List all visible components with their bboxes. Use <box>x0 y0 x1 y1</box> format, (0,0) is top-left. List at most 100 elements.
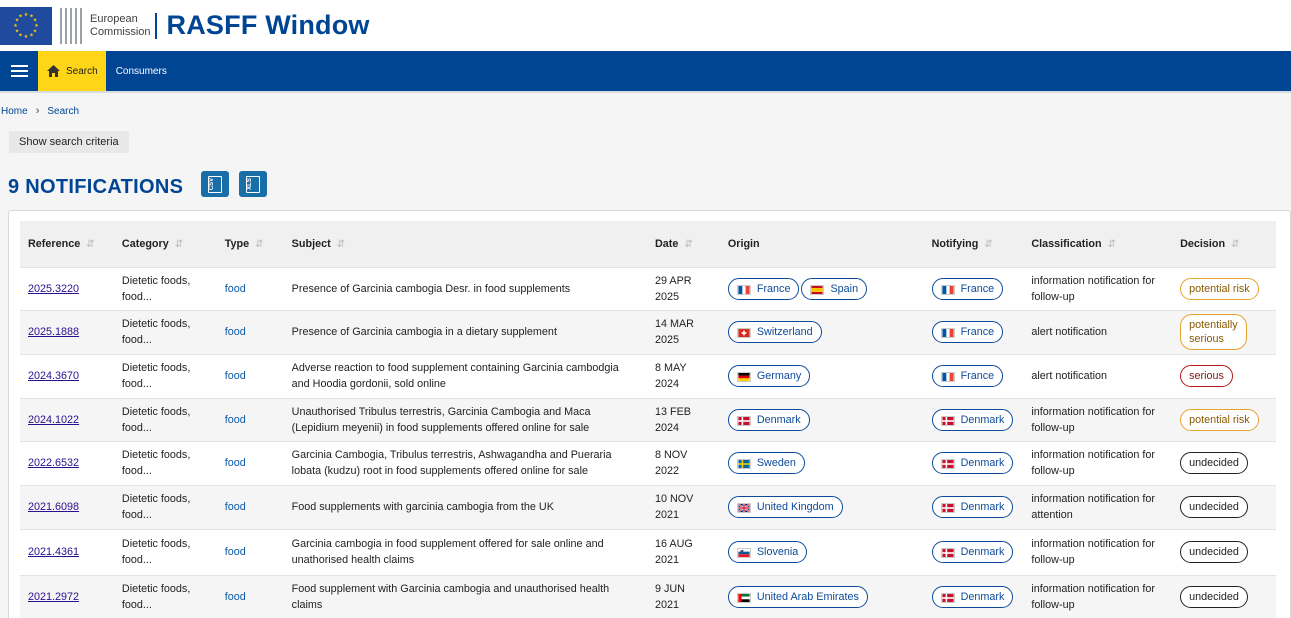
type-link[interactable]: food <box>225 414 246 426</box>
reference-link[interactable]: 2022.6532 <box>28 457 79 469</box>
reference-link[interactable]: 2021.6098 <box>28 501 79 513</box>
date-line: 10 NOV <box>654 493 694 505</box>
table-row[interactable]: 2025.3220 Dietetic foods, food... food Prese… <box>20 267 1276 310</box>
country-pill-es[interactable]: Spain <box>801 277 868 300</box>
date-line: 2025 <box>654 334 679 346</box>
country-pill-ch[interactable]: Switzerland <box>727 321 822 343</box>
column-header[interactable]: Reference ⇵ <box>20 221 114 267</box>
type-link[interactable]: food <box>225 370 246 382</box>
date-line: 16 AUG <box>654 538 693 550</box>
category-line: food... <box>121 598 152 611</box>
country-pill-dk[interactable]: Denmark <box>931 541 1014 563</box>
notifying-cell: Denmark <box>924 398 1024 441</box>
table-row[interactable]: 2024.3670 Dietetic foods, food... food Adver… <box>20 354 1276 398</box>
table-row[interactable]: 2025.1888 Dietetic foods, food... food Prese… <box>20 310 1276 354</box>
country-pill-dk[interactable]: Denmark <box>727 408 810 431</box>
reference-link[interactable]: 2025.1888 <box>28 326 79 338</box>
table-row[interactable]: 2021.6098 Dietetic foods, food... food Food … <box>20 485 1276 529</box>
reference-link[interactable]: 2024.3670 <box>28 370 79 382</box>
column-header[interactable]: Type ⇵ <box>217 221 284 267</box>
table-row[interactable]: 2021.2972 Dietetic foods, food... food Food … <box>20 575 1276 618</box>
notifying-cell: France <box>924 354 1024 398</box>
type-link[interactable]: food <box>225 457 246 469</box>
export-csv-button[interactable]: CSV <box>201 171 229 197</box>
app-title[interactable]: RASFF Window <box>167 10 370 41</box>
category-line: food... <box>121 421 152 434</box>
date-line: 29 APR <box>654 274 692 287</box>
breadcrumb-current[interactable]: Search <box>47 106 79 117</box>
country-pill-fr[interactable]: France <box>931 321 1004 343</box>
reference-link[interactable]: 2021.4361 <box>28 546 79 558</box>
reference-link[interactable]: 2025.3220 <box>28 283 79 295</box>
column-header[interactable]: Notifying ⇵ <box>924 221 1024 267</box>
category-line: food... <box>121 378 152 390</box>
sort-icon[interactable]: ⇵ <box>337 239 345 250</box>
column-header[interactable]: Origin <box>720 221 924 267</box>
flag-fr-icon <box>940 371 955 382</box>
sort-icon[interactable]: ⇵ <box>1108 239 1116 250</box>
type-cell: food <box>217 485 284 529</box>
column-header[interactable]: Classification ⇵ <box>1023 221 1172 267</box>
decision-badge: undecided <box>1180 541 1248 563</box>
reference-link[interactable]: 2021.2972 <box>28 591 79 603</box>
type-link[interactable]: food <box>225 546 246 558</box>
country-pill-fr[interactable]: France <box>931 277 1004 300</box>
european-commission-logo[interactable]: ★ ★ ★ ★ ★ ★ ★ ★ ★ ★ ★ ★ European Commission <box>0 0 151 51</box>
classification-cell: alert notification <box>1023 310 1172 354</box>
breadcrumb-home[interactable]: Home <box>1 106 28 117</box>
column-header[interactable]: Subject ⇵ <box>284 221 647 267</box>
sort-icon[interactable]: ⇵ <box>255 239 263 250</box>
category-line: Dietetic foods, <box>121 538 191 550</box>
column-header[interactable]: Category ⇵ <box>114 221 217 267</box>
country-name: Spain <box>830 282 859 295</box>
country-pill-fr[interactable]: France <box>727 277 800 300</box>
date-cell: 29 APR 2025 <box>647 267 720 310</box>
country-pill-si[interactable]: Slovenia <box>727 541 808 563</box>
sort-icon[interactable]: ⇵ <box>86 239 94 250</box>
country-pill-fr[interactable]: France <box>931 365 1004 387</box>
nav-search-label: Search <box>66 65 98 77</box>
country-pill-de[interactable]: Germany <box>727 365 811 387</box>
classification-cell: information notification for follow-up <box>1023 529 1172 575</box>
country-pill-ae[interactable]: United Arab Emirates <box>727 585 868 608</box>
classification-line: attention <box>1031 509 1073 521</box>
country-pill-dk[interactable]: Denmark <box>931 408 1014 431</box>
table-row[interactable]: 2024.1022 Dietetic foods, food... food Unaut… <box>20 398 1276 441</box>
category-cell: Dietetic foods, food... <box>114 310 217 354</box>
country-pill-dk[interactable]: Denmark <box>931 496 1014 518</box>
column-header[interactable]: Decision ⇵ <box>1172 221 1276 267</box>
show-search-criteria-button[interactable]: Show search criteria <box>9 131 129 153</box>
country-name: Sweden <box>756 457 796 469</box>
type-link[interactable]: food <box>225 283 246 295</box>
type-link[interactable]: food <box>225 591 246 603</box>
menu-icon[interactable] <box>0 51 38 91</box>
sort-icon[interactable]: ⇵ <box>1231 239 1239 250</box>
table-row[interactable]: 2022.6532 Dietetic foods, food... food Garci… <box>20 441 1276 485</box>
country-pill-dk[interactable]: Denmark <box>931 452 1014 474</box>
decision-line: undecided <box>1189 457 1239 469</box>
nav-item-consumers[interactable]: Consumers <box>106 51 177 91</box>
country-pill-se[interactable]: Sweden <box>727 452 805 474</box>
decision-line: serious <box>1189 370 1224 382</box>
country-pill-dk[interactable]: Denmark <box>931 585 1014 608</box>
export-xls-button[interactable]: XLS <box>239 171 267 197</box>
decision-line: potential risk <box>1189 413 1250 426</box>
country-pill-gb[interactable]: United Kingdom <box>727 496 843 518</box>
classification-line: follow-up <box>1031 554 1075 566</box>
type-link[interactable]: food <box>225 326 246 338</box>
reference-link[interactable]: 2024.1022 <box>28 414 79 426</box>
category-line: Dietetic foods, <box>121 493 191 505</box>
results-card: Reference ⇵ Category ⇵ Type ⇵ Subject ⇵ Date ⇵ Ori… <box>8 210 1291 618</box>
sort-icon[interactable]: ⇵ <box>175 239 183 250</box>
notifying-cell: Denmark <box>924 441 1024 485</box>
type-link[interactable]: food <box>225 501 246 513</box>
column-header[interactable]: Date ⇵ <box>647 221 720 267</box>
table-row[interactable]: 2021.4361 Dietetic foods, food... food Garci… <box>20 529 1276 575</box>
nav-item-search[interactable]: Search <box>38 51 106 91</box>
category-cell: Dietetic foods, food... <box>114 485 217 529</box>
top-header: ★ ★ ★ ★ ★ ★ ★ ★ ★ ★ ★ ★ European Commission RASF… <box>0 0 1291 51</box>
classification-line: alert notification <box>1031 370 1107 382</box>
decision-badge: undecided <box>1180 452 1248 474</box>
sort-icon[interactable]: ⇵ <box>984 239 992 250</box>
sort-icon[interactable]: ⇵ <box>684 239 692 250</box>
